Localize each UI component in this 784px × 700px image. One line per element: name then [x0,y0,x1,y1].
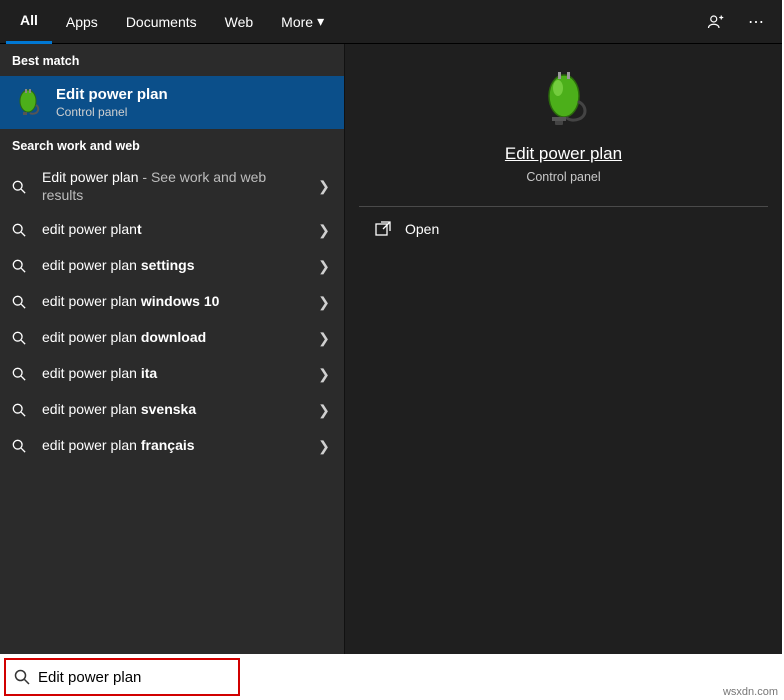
chevron-right-icon[interactable]: ❯ [316,366,332,383]
search-icon [12,259,28,273]
search-icon [12,223,28,237]
web-result[interactable]: edit power plan svenska ❯ [0,392,344,428]
search-icon [12,367,28,381]
result-text: edit power plan download [42,329,302,347]
watermark: wsxdn.com [723,686,778,698]
web-result[interactable]: edit power plan settings ❯ [0,248,344,284]
chevron-down-icon: ▾ [317,13,324,30]
web-result[interactable]: edit power plan français ❯ [0,428,344,464]
result-text: edit power plan windows 10 [42,293,302,311]
search-icon [12,331,28,345]
chevron-right-icon[interactable]: ❯ [316,258,332,275]
search-tabs: All Apps Documents Web More▾ ⋯ [0,0,782,44]
web-result[interactable]: edit power plan download ❯ [0,320,344,356]
preview-pane: Edit power plan Control panel Open [344,44,782,654]
feedback-icon[interactable] [696,0,736,44]
web-result[interactable]: edit power plan windows 10 ❯ [0,284,344,320]
best-match-title: Edit power plan [56,86,168,103]
tab-apps[interactable]: Apps [52,0,112,44]
tab-more[interactable]: More▾ [267,0,338,44]
search-icon [12,403,28,417]
open-action[interactable]: Open [355,207,772,251]
results-list: Best match Edit power plan Control panel… [0,44,344,654]
best-match-result[interactable]: Edit power plan Control panel [0,76,344,129]
open-icon [375,221,391,237]
more-options-icon[interactable]: ⋯ [736,0,776,44]
chevron-right-icon[interactable]: ❯ [316,402,332,419]
chevron-right-icon[interactable]: ❯ [316,294,332,311]
tab-web[interactable]: Web [211,0,268,44]
web-result[interactable]: edit power plant ❯ [0,212,344,248]
chevron-right-icon[interactable]: ❯ [316,330,332,347]
chevron-right-icon[interactable]: ❯ [316,222,332,239]
result-text: edit power plan français [42,437,302,455]
power-plan-icon [12,87,44,119]
search-input-container[interactable] [4,658,240,696]
section-search-web: Search work and web [0,129,344,161]
best-match-subtitle: Control panel [56,105,168,119]
result-text: edit power plan ita [42,365,302,383]
power-plan-large-icon [532,68,596,132]
web-result[interactable]: edit power plan ita ❯ [0,356,344,392]
web-result[interactable]: Edit power plan - See work and web resul… [0,161,344,212]
result-text: edit power plan settings [42,257,302,275]
search-input[interactable] [38,669,237,686]
tab-documents[interactable]: Documents [112,0,211,44]
search-icon [12,295,28,309]
chevron-right-icon[interactable]: ❯ [316,178,332,195]
search-icon [12,180,28,194]
preview-subtitle: Control panel [526,170,600,184]
result-text: edit power plan svenska [42,401,302,419]
search-icon [14,669,30,685]
open-label: Open [405,221,439,237]
chevron-right-icon[interactable]: ❯ [316,438,332,455]
tab-all[interactable]: All [6,0,52,44]
result-text: Edit power plan - See work and web resul… [42,169,302,204]
result-text: edit power plant [42,221,302,239]
search-icon [12,439,28,453]
preview-title[interactable]: Edit power plan [505,144,622,164]
section-best-match: Best match [0,44,344,76]
